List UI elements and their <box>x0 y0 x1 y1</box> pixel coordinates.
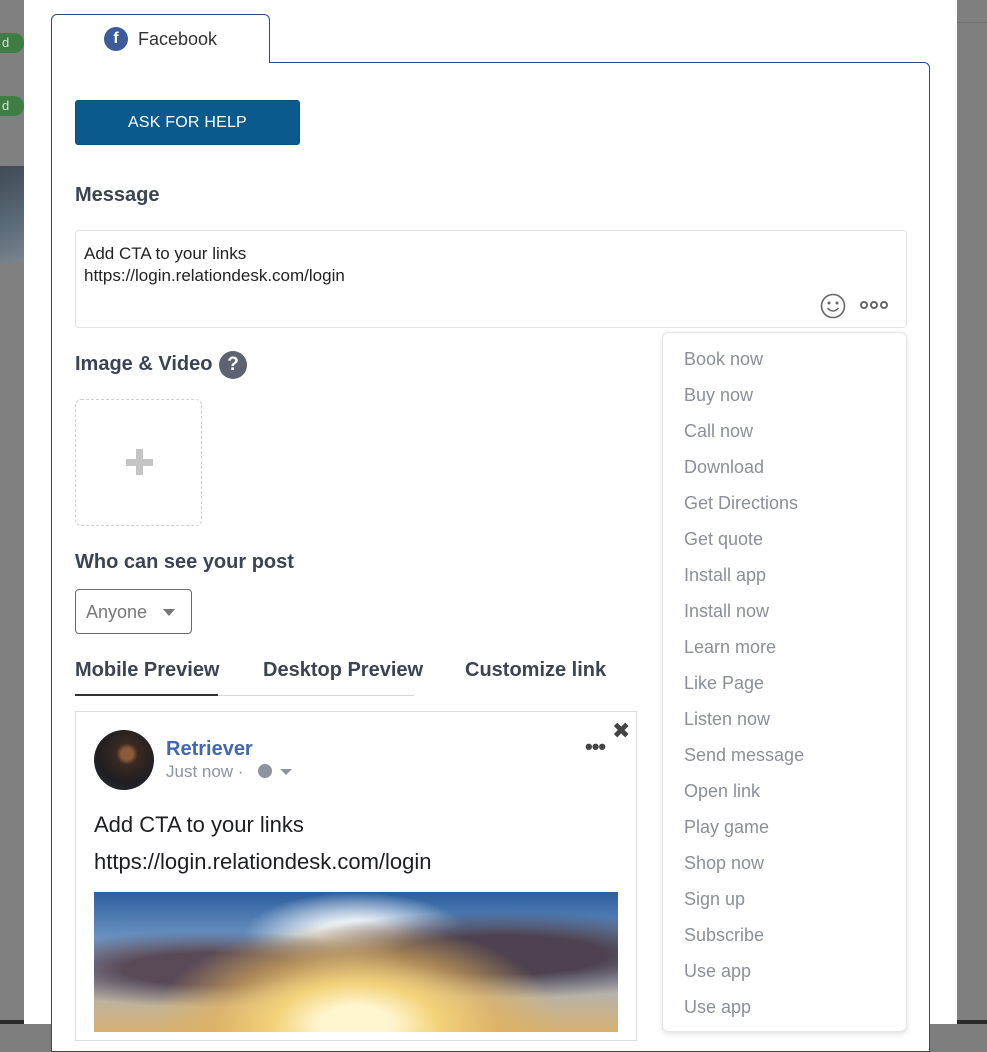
emoji-icon[interactable] <box>820 293 846 319</box>
menu-item-like-page[interactable]: Like Page <box>684 665 764 701</box>
menu-item-buy-now[interactable]: Buy now <box>684 377 753 413</box>
post-image <box>94 892 618 1032</box>
tab-desktop-preview[interactable]: Desktop Preview <box>263 659 423 682</box>
menu-item-shop-now[interactable]: Shop now <box>684 845 764 881</box>
help-icon[interactable]: ? <box>219 351 247 379</box>
ask-for-help-button[interactable]: ASK FOR HELP <box>75 100 300 145</box>
cta-dropdown-menu: Book now Buy now Call now Download Get D… <box>662 332 907 1032</box>
menu-item-subscribe[interactable]: Subscribe <box>684 917 764 953</box>
message-label: Message <box>75 184 160 206</box>
message-textarea[interactable]: Add CTA to your links https://login.rela… <box>75 230 907 328</box>
menu-item-install-app[interactable]: Install app <box>684 557 766 593</box>
background-page-right <box>957 0 987 1024</box>
menu-item-use-app[interactable]: Use app <box>684 953 751 989</box>
message-line: Add CTA to your links <box>84 244 247 263</box>
avatar <box>94 730 154 790</box>
more-options-icon[interactable] <box>860 301 888 309</box>
media-upload-button[interactable] <box>75 399 202 526</box>
menu-item-play-game[interactable]: Play game <box>684 809 769 845</box>
page-name-link[interactable]: Retriever <box>166 738 253 761</box>
more-icon[interactable]: ••• <box>585 734 606 760</box>
background-thumbnail <box>0 166 24 263</box>
menu-item-sign-up[interactable]: Sign up <box>684 881 745 917</box>
tab-customize-link[interactable]: Customize link <box>465 659 606 682</box>
menu-item-install-now[interactable]: Install now <box>684 593 769 629</box>
post-timestamp: Just now · <box>166 762 244 781</box>
globe-icon <box>258 764 272 778</box>
plus-icon-bar <box>126 459 153 466</box>
active-tab-indicator <box>75 694 218 696</box>
facebook-icon: f <box>103 27 128 51</box>
menu-item-download[interactable]: Download <box>684 449 764 485</box>
chevron-down-icon[interactable] <box>280 769 292 775</box>
menu-item-call-now[interactable]: Call now <box>684 413 753 449</box>
image-video-label: Image & Video <box>75 353 213 375</box>
menu-item-open-link[interactable]: Open link <box>684 773 760 809</box>
menu-item-send-message[interactable]: Send message <box>684 737 804 773</box>
background-status-badge: d <box>0 33 24 53</box>
close-icon[interactable]: ✖ <box>612 718 630 744</box>
chevron-down-icon <box>163 609 175 616</box>
audience-label: Who can see your post <box>75 551 294 573</box>
post-text-line: Add CTA to your links <box>94 812 304 837</box>
post-preview-card: Retriever Just now · ••• ✖ Add CTA to yo… <box>75 711 637 1041</box>
background-status-badge: d <box>0 96 24 116</box>
menu-item-get-quote[interactable]: Get quote <box>684 521 763 557</box>
menu-item-use-app[interactable]: Use app <box>684 989 751 1025</box>
background-page-left <box>0 0 24 1024</box>
post-text-line: https://login.relationdesk.com/login <box>94 849 432 874</box>
audience-value: Anyone <box>86 602 148 622</box>
audience-select[interactable]: Anyone <box>75 589 192 634</box>
menu-item-get-directions[interactable]: Get Directions <box>684 485 798 521</box>
menu-item-learn-more[interactable]: Learn more <box>684 629 776 665</box>
menu-item-book-now[interactable]: Book now <box>684 341 763 377</box>
tab-mobile-preview[interactable]: Mobile Preview <box>75 659 220 682</box>
message-line: https://login.relationdesk.com/login <box>84 266 345 285</box>
tab-facebook[interactable]: f Facebook <box>51 14 270 63</box>
tab-facebook-label: Facebook <box>137 28 218 49</box>
menu-item-listen-now[interactable]: Listen now <box>684 701 770 737</box>
